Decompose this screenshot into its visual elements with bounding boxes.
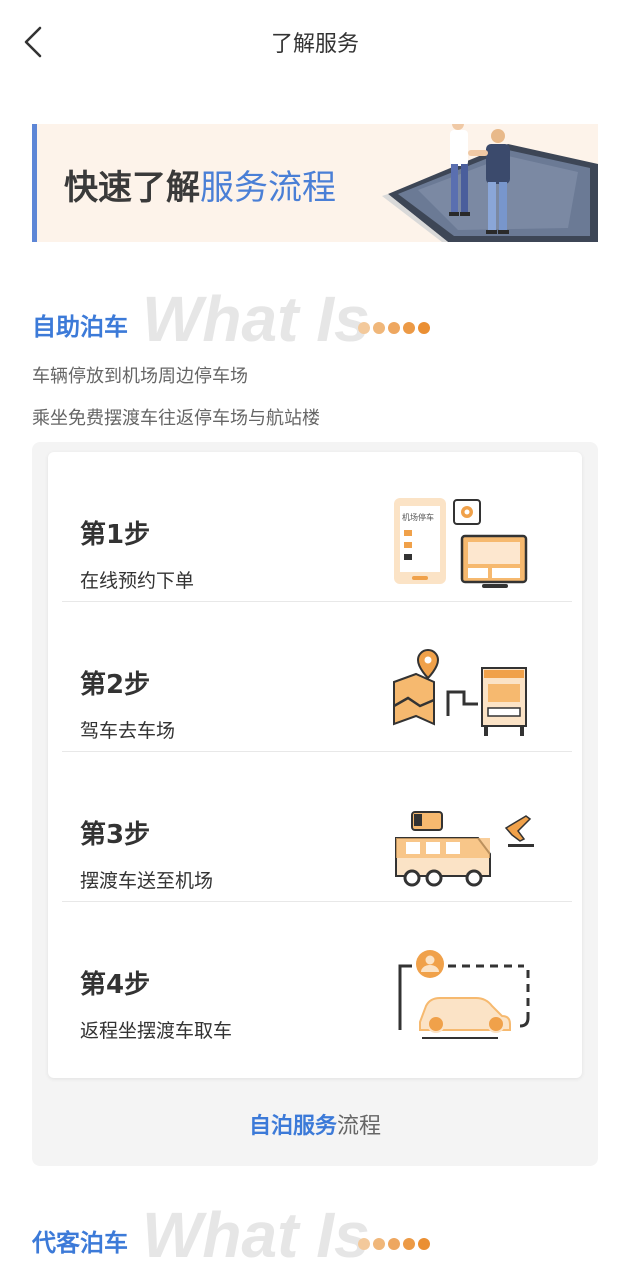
banner-accent-bar [32,124,37,242]
step-item: 第2步 驾车去车场 [48,602,582,752]
self-parking-label: 自助泊车 [32,313,128,341]
steps-card: 第1步 在线预约下单 机场停车 第2步 驾车去车场 第3步 摆渡车送至机场 第4… [48,452,582,1078]
phone-monitor-icon: 机场停车 [394,498,528,588]
self-parking-header: What Is 自助泊车 [32,276,592,355]
banner-text-dark: 快速了解 [64,168,200,208]
map-gate-icon [393,649,527,736]
step-title: 第1步 [80,520,151,550]
step-item: 第1步 在线预约下单 机场停车 [48,452,582,602]
valet-parking-watermark: What Is [142,1199,370,1271]
self-parking-desc-2: 乘坐免费摆渡车往返停车场与航站楼 [32,408,320,429]
shuttle-bus-plane-icon [395,811,534,887]
self-parking-watermark: What Is [142,283,370,355]
self-parking-desc-1: 车辆停放到机场周边停车场 [32,366,248,387]
banner-text-highlight: 服务流程 [200,168,336,208]
business-handshake-illustration [382,124,598,242]
banner-text: 快速了解服务流程 [64,160,336,209]
steps-panel: 第1步 在线预约下单 机场停车 第2步 驾车去车场 第3步 摆渡车送至机场 第4… [32,442,598,1166]
car-pickup-icon [398,950,530,1039]
page-title: 了解服务 [270,32,359,57]
step-desc: 返程坐摆渡车取车 [80,1020,233,1042]
step-desc: 驾车去车场 [80,720,176,742]
step-desc: 在线预约下单 [80,570,195,592]
step-desc: 摆渡车送至机场 [80,870,214,892]
valet-parking-header: What Is 代客泊车 [32,1192,592,1271]
flow-link-strong: 自泊服务 [248,1114,337,1139]
flow-link-rest: 流程 [337,1114,382,1139]
valet-parking-label: 代客泊车 [32,1229,128,1257]
decorative-dots [358,1238,430,1250]
step-item: 第3步 摆渡车送至机场 [48,752,582,902]
step-title: 第2步 [80,670,151,700]
step-title: 第3步 [80,820,151,850]
step-title: 第4步 [80,970,151,1000]
phone-screen-text: 机场停车 [402,512,434,522]
decorative-dots [358,322,430,334]
service-banner: 快速了解服务流程 [32,124,598,242]
step-item: 第4步 返程坐摆渡车取车 [48,902,582,1052]
self-parking-flow-link[interactable]: 自泊服务流程 [32,1108,598,1140]
nav-bar: 了解服务 [0,0,630,84]
